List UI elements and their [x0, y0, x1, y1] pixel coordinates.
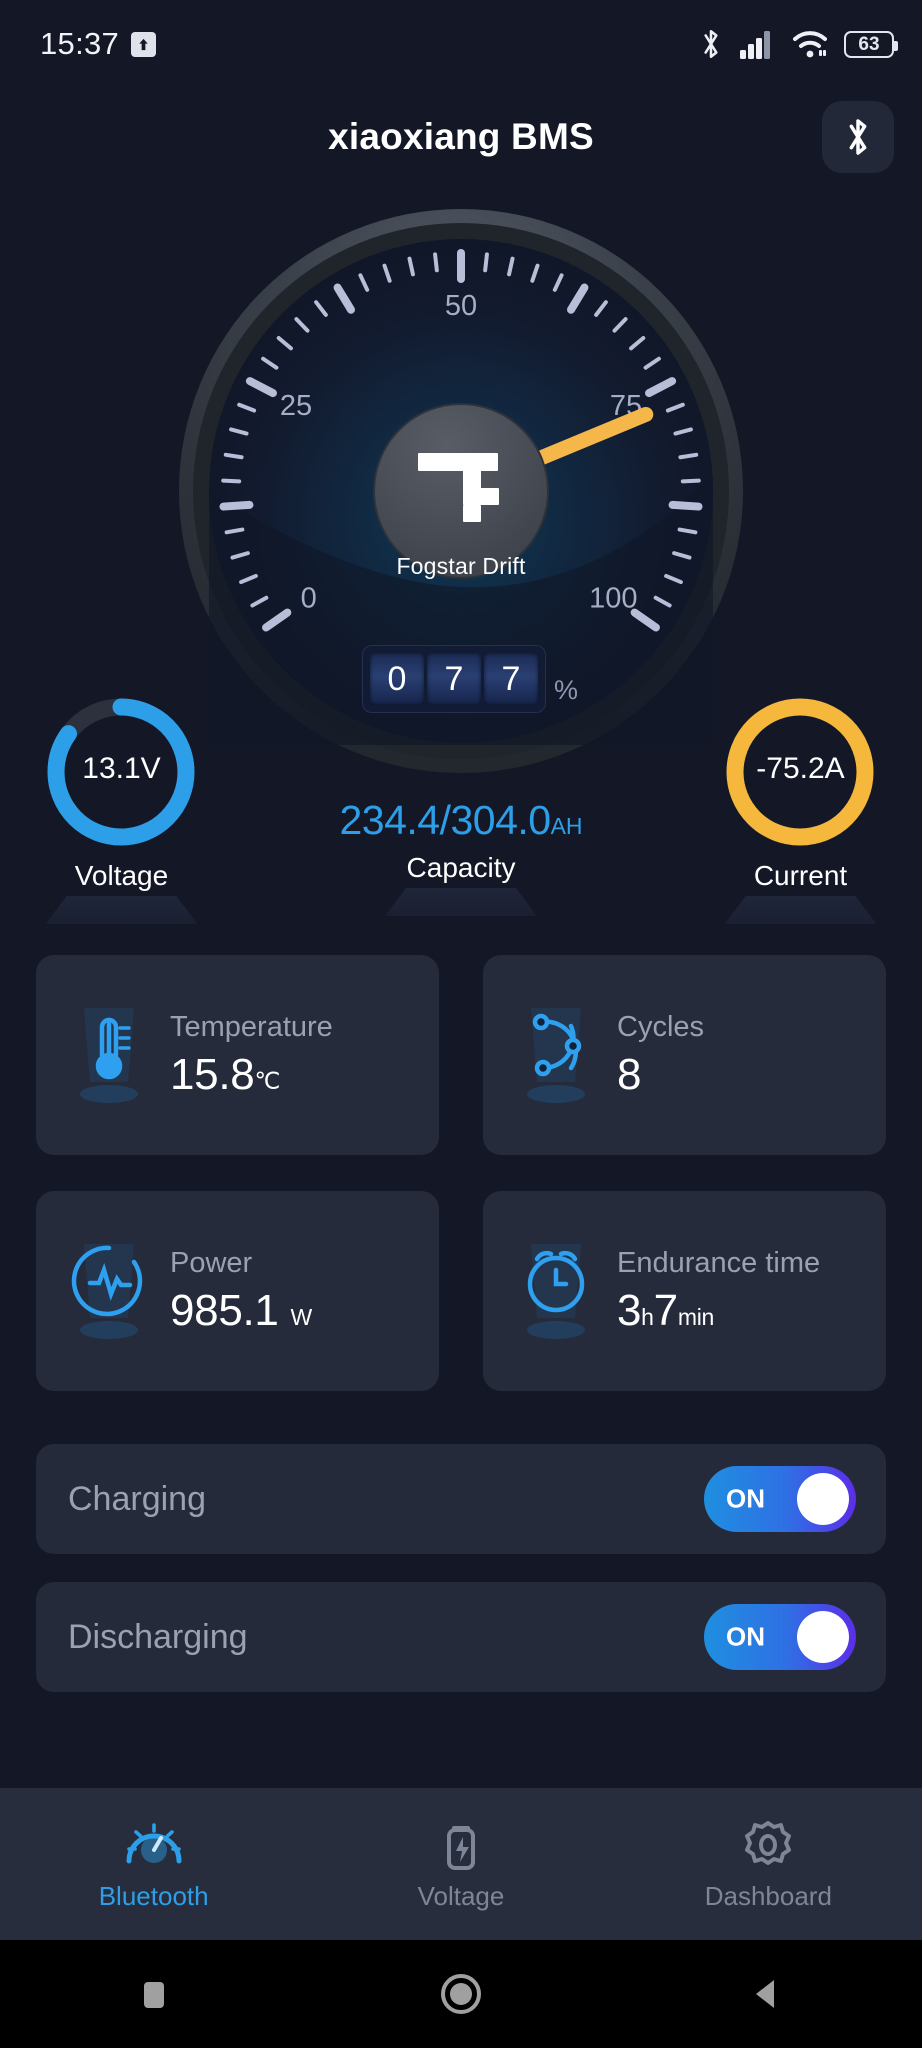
thermometer-icon: [54, 990, 164, 1120]
back-button[interactable]: [708, 1972, 828, 2016]
metric-card-row: Power 985.1 W Endurance time 3h7min: [36, 1191, 886, 1391]
android-navigation-bar: [0, 1940, 922, 2048]
speedometer-icon: [126, 1822, 182, 1863]
current-label: Current: [753, 860, 848, 891]
card-title: Cycles: [617, 1010, 705, 1043]
pedestal-shape: [385, 888, 537, 916]
charging-label: Charging: [68, 1479, 206, 1518]
discharging-state: ON: [726, 1621, 765, 1652]
capacity-stat: 234.4/304.0AH Capacity: [251, 797, 671, 916]
power-text: Power 985.1 W: [170, 1247, 312, 1336]
temperature-unit: ℃: [254, 1067, 280, 1094]
discharging-row[interactable]: Discharging ON: [36, 1582, 886, 1692]
bluetooth-connect-button[interactable]: [822, 101, 894, 173]
capacity-label: Capacity: [406, 852, 516, 883]
summary-stats-row: 13.1V Voltage 234.4/304.0AH Capacity -75…: [0, 692, 922, 924]
temperature-card[interactable]: Temperature 15.8℃: [36, 955, 439, 1155]
battery-level: 63: [858, 33, 880, 55]
power-card[interactable]: Power 985.1 W: [36, 1191, 439, 1391]
svg-text:0: 0: [301, 583, 317, 615]
discharging-label: Discharging: [68, 1617, 248, 1656]
bluetooth-icon: [698, 27, 724, 61]
current-ring: -75.2A: [708, 692, 893, 852]
card-title: Power: [170, 1246, 253, 1279]
gear-icon: [745, 1820, 792, 1865]
toggle-knob: [797, 1611, 849, 1663]
power-unit: W: [290, 1303, 313, 1330]
endurance-hours-unit: h: [641, 1303, 654, 1330]
capacity-unit: AH: [550, 813, 583, 839]
square-icon: [143, 1982, 164, 2008]
nav-label: Voltage: [417, 1880, 505, 1911]
battery-bolt-icon: [446, 1825, 475, 1870]
metric-cards: Temperature 15.8℃ Cycles 8 Power 985.1 W…: [36, 955, 886, 1427]
current-stat: -75.2A Current: [693, 692, 908, 924]
status-bar-right: 63: [698, 27, 898, 61]
status-bar: 15:37 63: [0, 0, 922, 88]
card-title: Temperature: [170, 1010, 333, 1043]
voltage-ring: 13.1V: [29, 692, 214, 852]
charging-toggle[interactable]: ON: [704, 1466, 856, 1532]
bottom-navigation: Bluetooth Voltage Dashboard: [0, 1788, 922, 1940]
pedestal-shape: [45, 896, 198, 924]
endurance-minutes: 7: [653, 1285, 678, 1335]
app-screen: 15:37 63 xiaoxiang BMS 0 25 50 75 100 Fo…: [0, 0, 922, 2048]
cellular-signal-icon: [740, 29, 776, 59]
temperature-value: 15.8: [170, 1049, 255, 1099]
metric-card-row: Temperature 15.8℃ Cycles 8: [36, 955, 886, 1155]
circle-icon: [440, 1974, 481, 2014]
status-bar-left: 15:37: [40, 26, 157, 62]
bluetooth-icon: [849, 119, 867, 155]
svg-text:50: 50: [445, 290, 477, 322]
page-title: xiaoxiang BMS: [328, 116, 594, 157]
switch-list: Charging ON Discharging ON: [36, 1444, 886, 1720]
nav-item-voltage[interactable]: Voltage: [307, 1788, 614, 1940]
endurance-hours: 3: [617, 1285, 642, 1335]
power-pulse-icon: [54, 1226, 164, 1356]
capacity-value: 234.4/304.0AH: [251, 797, 671, 844]
nav-item-bluetooth[interactable]: Bluetooth: [0, 1788, 307, 1940]
alarm-clock-icon: [501, 1226, 611, 1356]
endurance-card[interactable]: Endurance time 3h7min: [483, 1191, 886, 1391]
nav-label: Bluetooth: [98, 1880, 209, 1911]
voltage-value: 13.1V: [82, 752, 161, 785]
temperature-text: Temperature 15.8℃: [170, 1011, 333, 1100]
card-title: Endurance time: [617, 1246, 821, 1279]
nav-label: Dashboard: [704, 1880, 832, 1911]
card-value: 985.1 W: [170, 1286, 312, 1336]
cycles-icon: [501, 990, 611, 1120]
card-value: 15.8℃: [170, 1050, 333, 1100]
endurance-minutes-unit: min: [677, 1303, 715, 1330]
pedestal-shape: [724, 896, 877, 924]
nav-item-dashboard[interactable]: Dashboard: [615, 1788, 922, 1940]
toggle-knob: [797, 1473, 849, 1525]
status-clock: 15:37: [40, 26, 120, 61]
charging-state: ON: [726, 1483, 765, 1514]
wifi-icon: [792, 29, 828, 59]
svg-text:25: 25: [280, 390, 312, 422]
svg-text:100: 100: [589, 583, 637, 615]
cycles-card[interactable]: Cycles 8: [483, 955, 886, 1155]
power-value: 985.1: [170, 1285, 279, 1335]
upload-arrow-icon: [131, 31, 157, 57]
capacity-number: 234.4/304.0: [339, 797, 551, 843]
current-value: -75.2A: [756, 752, 845, 785]
home-button[interactable]: [401, 1970, 521, 2018]
charging-row[interactable]: Charging ON: [36, 1444, 886, 1554]
app-bar: xiaoxiang BMS: [0, 88, 922, 186]
cycles-text: Cycles 8: [617, 1011, 704, 1100]
recents-button[interactable]: [94, 1972, 214, 2016]
triangle-back-icon: [756, 1980, 775, 2008]
cycles-value: 8: [617, 1049, 642, 1099]
battery-icon: 63: [844, 30, 898, 58]
card-value: 3h7min: [617, 1286, 820, 1336]
card-value: 8: [617, 1050, 704, 1100]
discharging-toggle[interactable]: ON: [704, 1604, 856, 1670]
voltage-label: Voltage: [74, 860, 169, 891]
voltage-stat: 13.1V Voltage: [14, 692, 229, 924]
endurance-text: Endurance time 3h7min: [617, 1247, 820, 1336]
